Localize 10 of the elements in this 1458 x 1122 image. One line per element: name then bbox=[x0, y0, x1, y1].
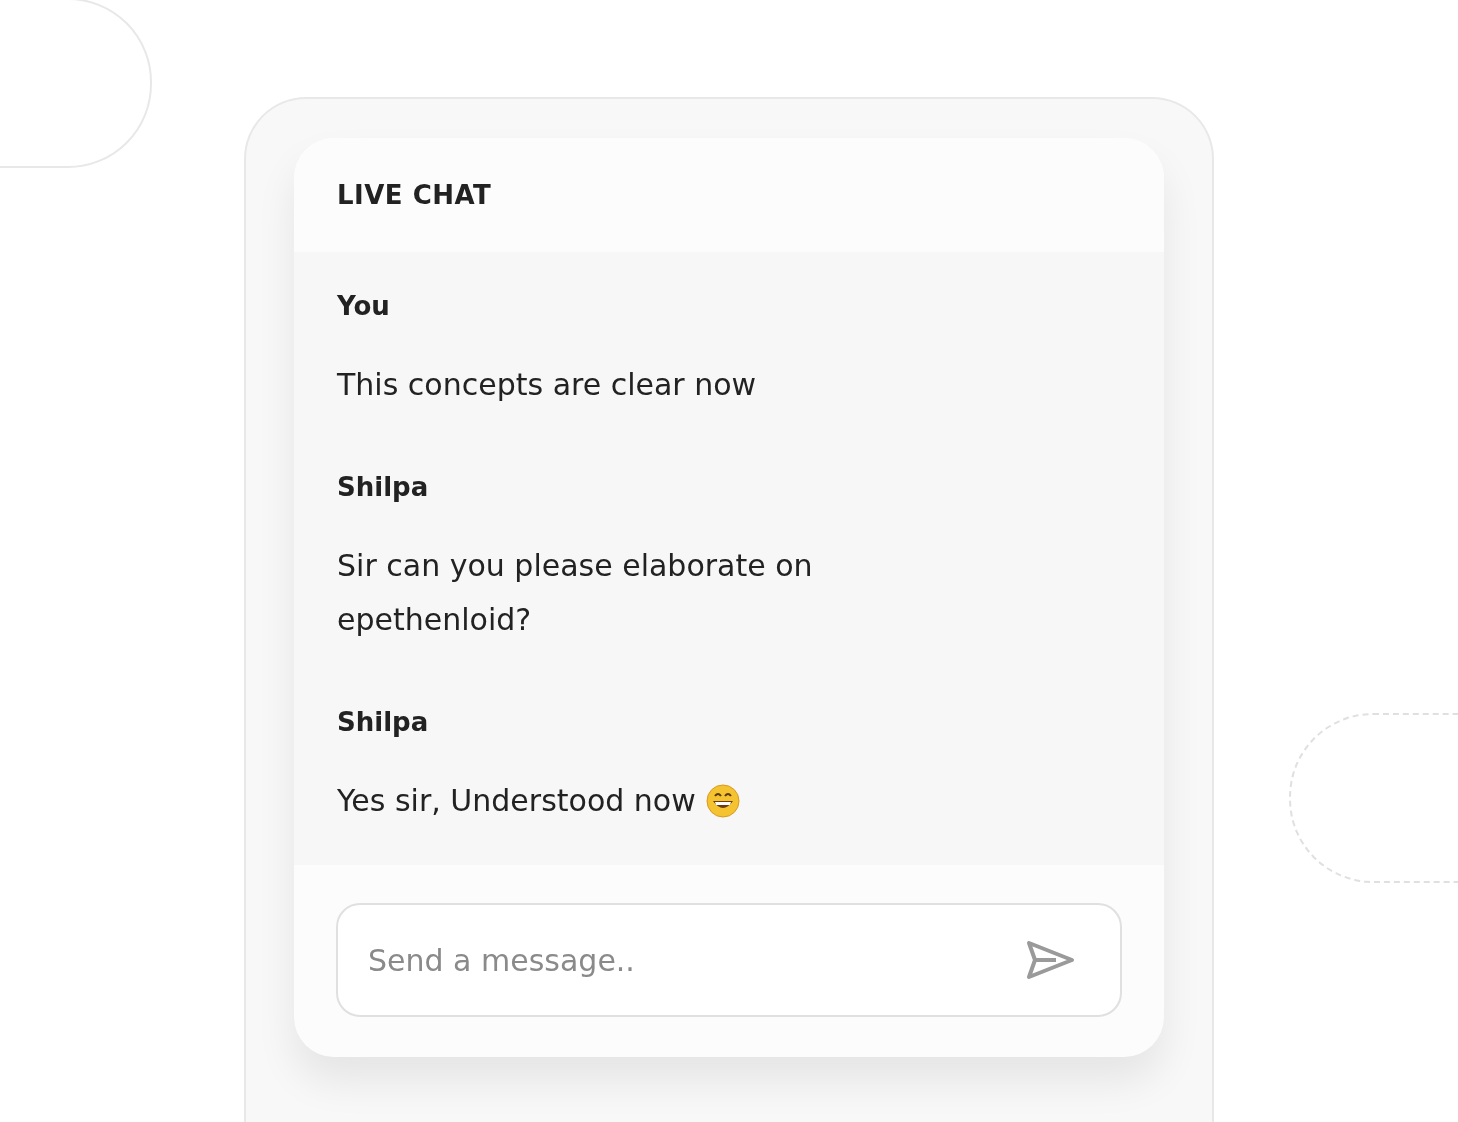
message-text: Yes sir, Understood now bbox=[337, 782, 696, 820]
send-button[interactable] bbox=[1026, 939, 1076, 981]
message-text: Sir can you please elaborate on epethenloid? bbox=[337, 547, 814, 639]
message-input[interactable]: Send a message.. bbox=[336, 903, 1122, 1017]
sender-name: You bbox=[337, 290, 391, 323]
sender-name: Shilpa bbox=[337, 706, 430, 739]
send-icon bbox=[1026, 939, 1076, 981]
chat-title: LIVE CHAT bbox=[337, 180, 492, 210]
message-text: This concepts are clear now bbox=[337, 366, 757, 404]
sender-name: Shilpa bbox=[337, 471, 430, 504]
